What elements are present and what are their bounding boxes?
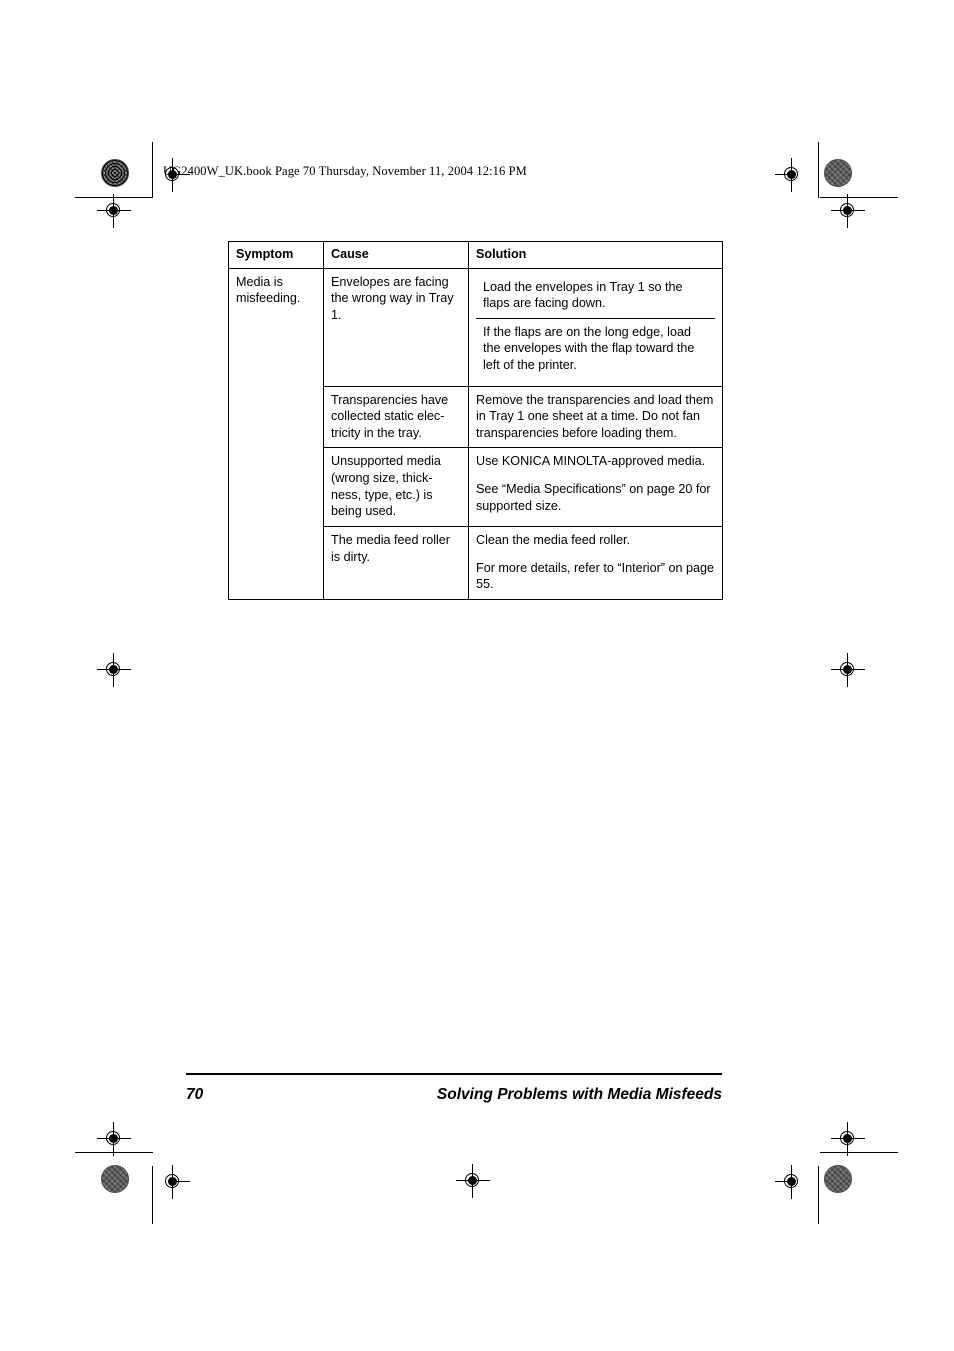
registration-mark-upper-left-corner: [97, 194, 131, 228]
footer-divider-rule: [186, 1073, 722, 1075]
footer-chapter-title: Solving Problems with Media Misfeeds: [436, 1086, 722, 1103]
trim-line-top-right-vertical: [818, 142, 819, 198]
solution-paragraph: Use KONICA MINOLTA-approved media.: [476, 454, 706, 469]
solution-text: If the flaps are on the long edge, load …: [483, 324, 695, 373]
registration-mark-lower-right-corner: [831, 1122, 865, 1156]
solution-paragraph: Clean the media feed roller.: [476, 532, 631, 547]
registration-mark-lower-left-corner: [97, 1122, 131, 1156]
registration-mark-middle-right: [831, 653, 865, 687]
solution-paragraph-reference: See “Media Specifications” on page 20 fo…: [476, 482, 711, 513]
solution-cell: Clean the media feed roller. For more de…: [468, 525, 723, 600]
halftone-mark-bottom-left: [101, 1165, 129, 1193]
column-header-solution: Solution: [468, 241, 723, 269]
file-header-text: UG2400W_UK.book Page 70 Thursday, Novemb…: [163, 164, 527, 178]
registration-mark-bottom-left: [156, 1165, 190, 1199]
troubleshooting-table: Symptom Cause Solution Media is misfeedi…: [228, 241, 723, 600]
solution-subtable: Load the envelopes in Tray 1 so the flap…: [476, 273, 715, 380]
halftone-mark-bottom-right: [824, 1165, 852, 1193]
solution-cell: Use KONICA MINOLTA-approved media. See “…: [468, 447, 723, 527]
solution-cell: Remove the transparencies and load them …: [468, 385, 723, 449]
registration-mark-upper-right-corner: [831, 194, 865, 228]
trim-line-top-left-vertical: [152, 142, 153, 198]
column-header-cause: Cause: [323, 241, 469, 269]
cause-cell: The media feed roller is dirty.: [323, 525, 469, 600]
page-canvas: UG2400W_UK.book Page 70 Thursday, Novemb…: [0, 0, 954, 1351]
trim-line-bottom-right-vertical: [818, 1166, 819, 1224]
halftone-mark-top-left: [101, 159, 129, 187]
trim-line-lower-right-horizontal: [820, 1152, 898, 1153]
solution-subrow: Load the envelopes in Tray 1 so the flap…: [476, 273, 715, 319]
trim-line-bottom-left-vertical: [152, 1166, 153, 1224]
column-header-symptom: Symptom: [228, 241, 324, 269]
solution-cell: Load the envelopes in Tray 1 so the flap…: [468, 267, 723, 387]
table-header-row: Symptom Cause Solution: [228, 241, 723, 269]
table-row: Media is misfeeding. Envelopes are facin…: [228, 267, 723, 600]
halftone-mark-top-right: [824, 159, 852, 187]
symptom-cell: Media is misfeeding.: [228, 267, 324, 600]
troubleshooting-table-container: Symptom Cause Solution Media is misfeedi…: [228, 241, 723, 600]
cause-cell: Transparencies have collected static ele…: [323, 385, 469, 449]
registration-mark-top-right: [775, 158, 809, 192]
page-number: 70: [186, 1086, 204, 1103]
solution-subrow: If the flaps are on the long edge, load …: [476, 318, 715, 379]
registration-mark-bottom-right: [775, 1165, 809, 1199]
solution-text: Load the envelopes in Tray 1 so the flap…: [476, 273, 715, 319]
cause-cell: Envelopes are facing the wrong way in Tr…: [323, 267, 469, 387]
trim-line-upper-left-horizontal: [75, 197, 153, 198]
trim-line-upper-right-horizontal: [820, 197, 898, 198]
registration-mark-middle-left: [97, 653, 131, 687]
solution-paragraph-reference: For more details, refer to “Interior” on…: [476, 560, 714, 592]
cause-cell: Unsupported media (wrong size, thick-nes…: [323, 447, 469, 527]
registration-mark-bottom-center: [456, 1164, 490, 1198]
trim-line-lower-left-horizontal: [75, 1152, 153, 1153]
page-footer: 70 Solving Problems with Media Misfeeds: [186, 1082, 722, 1108]
